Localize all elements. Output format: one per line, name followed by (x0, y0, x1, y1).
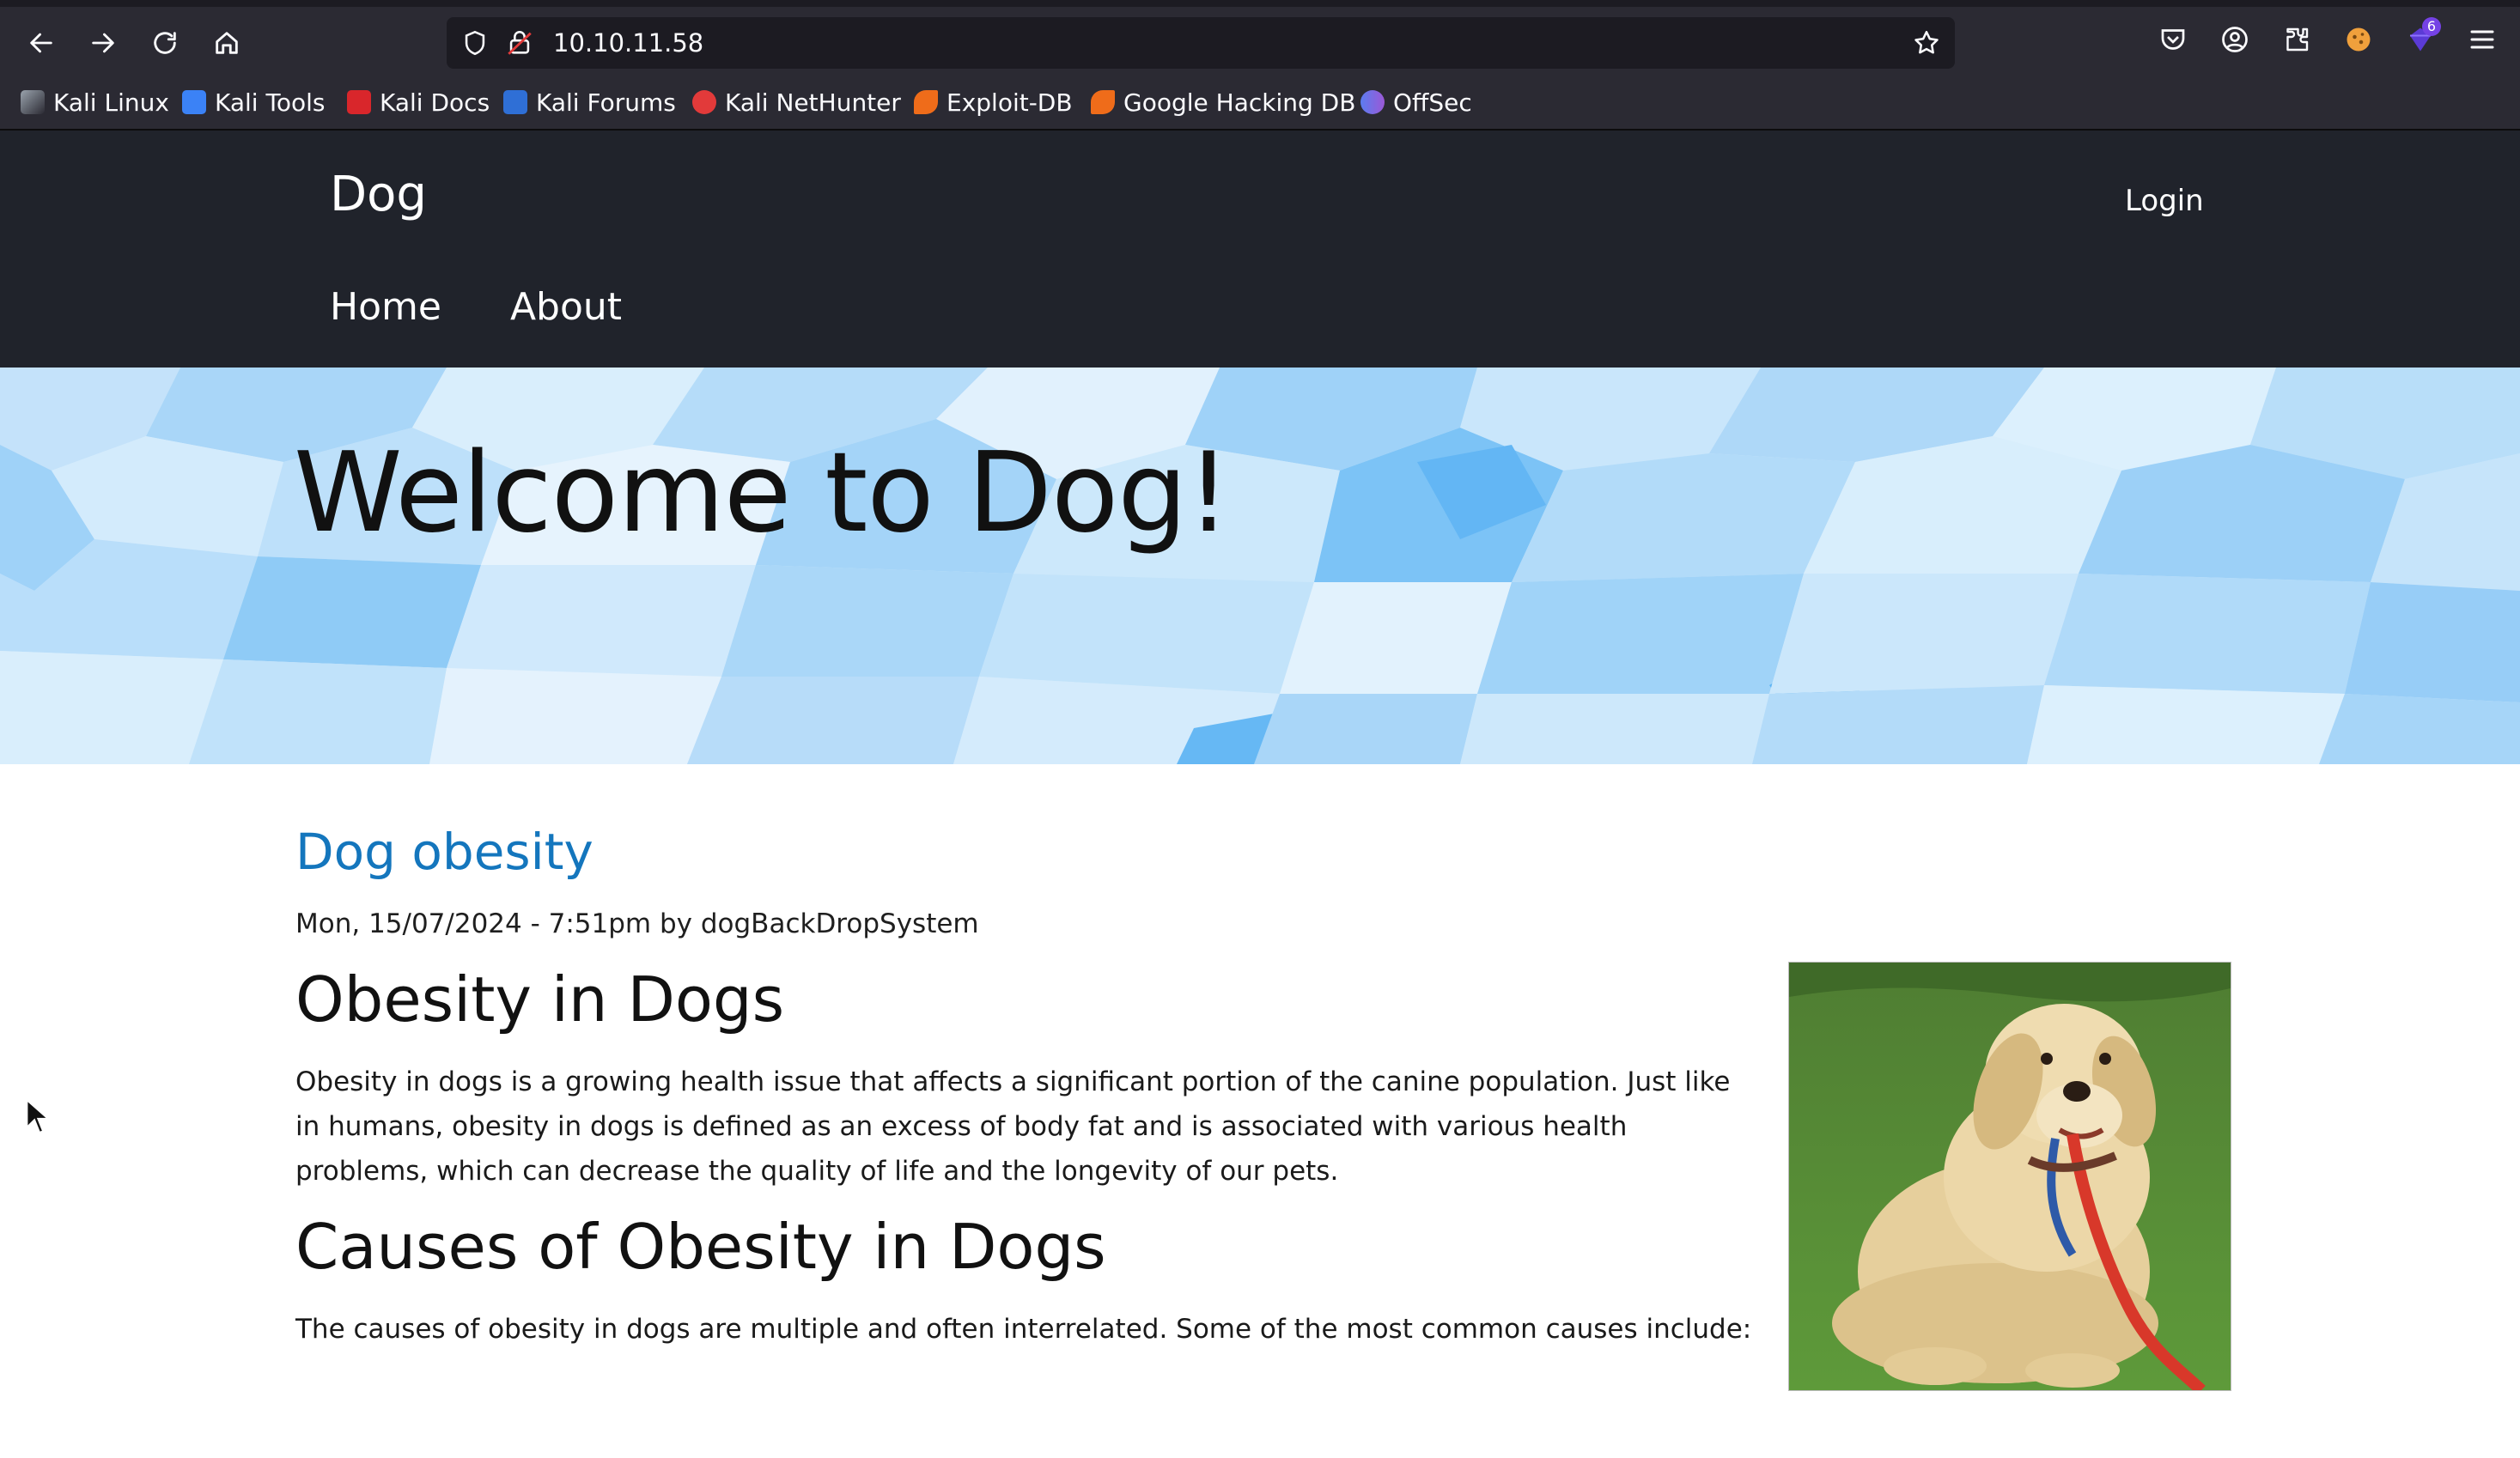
bookmark-offsec[interactable]: OffSec (1360, 81, 1472, 124)
bookmarks-toolbar: Kali Linux Kali Tools Kali Docs Kali For… (0, 81, 2520, 124)
login-link[interactable]: Login (2125, 184, 2204, 218)
reload-icon (154, 32, 176, 54)
nav-home-link[interactable]: Home (330, 285, 441, 329)
dog-photo (1788, 962, 2231, 1391)
paragraph-causes: The causes of obesity in dogs are multip… (295, 1314, 1752, 1345)
bookmark-exploit-db[interactable]: Exploit-DB (914, 81, 1073, 124)
heading-obesity-in-dogs: Obesity in Dogs (295, 963, 785, 1036)
bookmark-kali-tools[interactable]: Kali Tools (182, 81, 325, 124)
shield-icon[interactable] (460, 28, 490, 58)
bookmark-label: Kali Linux (53, 88, 169, 117)
extensions-icon[interactable] (2281, 24, 2312, 55)
heading-causes: Causes of Obesity in Dogs (295, 1211, 1106, 1283)
kali-docs-icon (347, 90, 371, 114)
bookmark-label: Kali Forums (536, 88, 676, 117)
ghdb-icon (1091, 90, 1115, 114)
offsec-icon (1360, 90, 1385, 114)
arrow-left-icon (30, 33, 52, 53)
browser-toolbar: 10.10.11.58 6 Kali Linux Kali Tools Kali… (0, 0, 2520, 131)
extension-badge: 6 (2422, 17, 2441, 36)
nav-about-link[interactable]: About (510, 285, 622, 329)
nethunter-icon (692, 90, 716, 114)
kali-tools-icon (182, 90, 206, 114)
home-button[interactable] (203, 19, 251, 67)
hamburger-menu-icon[interactable] (2467, 24, 2498, 55)
bookmark-kali-linux[interactable]: Kali Linux (21, 81, 169, 124)
bookmark-kali-forums[interactable]: Kali Forums (503, 81, 676, 124)
bookmark-star-icon[interactable] (1912, 28, 1941, 58)
back-button[interactable] (17, 19, 65, 67)
bookmark-label: Kali Docs (380, 88, 490, 117)
site-name-link[interactable]: Dog (330, 167, 427, 222)
article-title-link[interactable]: Dog obesity (295, 823, 593, 881)
bookmark-label: OffSec (1393, 88, 1472, 117)
cookie-extension-icon[interactable] (2343, 24, 2374, 55)
forward-button[interactable] (79, 19, 127, 67)
hero-background-pattern (0, 368, 2520, 764)
kali-dragon-icon (21, 90, 45, 114)
site-header: Dog Login Home About (0, 131, 2520, 368)
account-icon[interactable] (2219, 24, 2250, 55)
exploit-db-icon (914, 90, 938, 114)
bookmark-label: Kali NetHunter (725, 88, 901, 117)
main-navigation: Home About (330, 285, 622, 329)
bookmark-kali-docs[interactable]: Kali Docs (347, 81, 490, 124)
kali-forums-icon (503, 90, 527, 114)
article-meta: Mon, 15/07/2024 - 7:51pm by dogBackDropS… (295, 908, 979, 939)
home-icon (216, 32, 238, 54)
paragraph-intro: Obesity in dogs is a growing health issu… (295, 1066, 1731, 1187)
bookmark-google-hacking-db[interactable]: Google Hacking DB (1091, 81, 1355, 124)
arrow-right-icon (92, 33, 114, 53)
bookmark-kali-nethunter[interactable]: Kali NetHunter (692, 81, 901, 124)
tab-strip (0, 0, 2520, 7)
url-text[interactable]: 10.10.11.58 (553, 17, 703, 69)
bookmark-label: Exploit-DB (947, 88, 1073, 117)
bookmark-label: Google Hacking DB (1123, 88, 1356, 117)
hero-title: Welcome to Dog! (294, 429, 1231, 557)
address-bar[interactable]: 10.10.11.58 (447, 17, 1955, 69)
pocket-icon[interactable] (2158, 24, 2188, 55)
hero-banner: Welcome to Dog! (0, 368, 2520, 764)
mouse-cursor-icon (26, 1097, 50, 1134)
sitting-dog-illustration (1789, 963, 2231, 1390)
bookmark-label: Kali Tools (215, 88, 326, 117)
insecure-lock-icon[interactable] (505, 28, 534, 58)
reload-button[interactable] (141, 19, 189, 67)
